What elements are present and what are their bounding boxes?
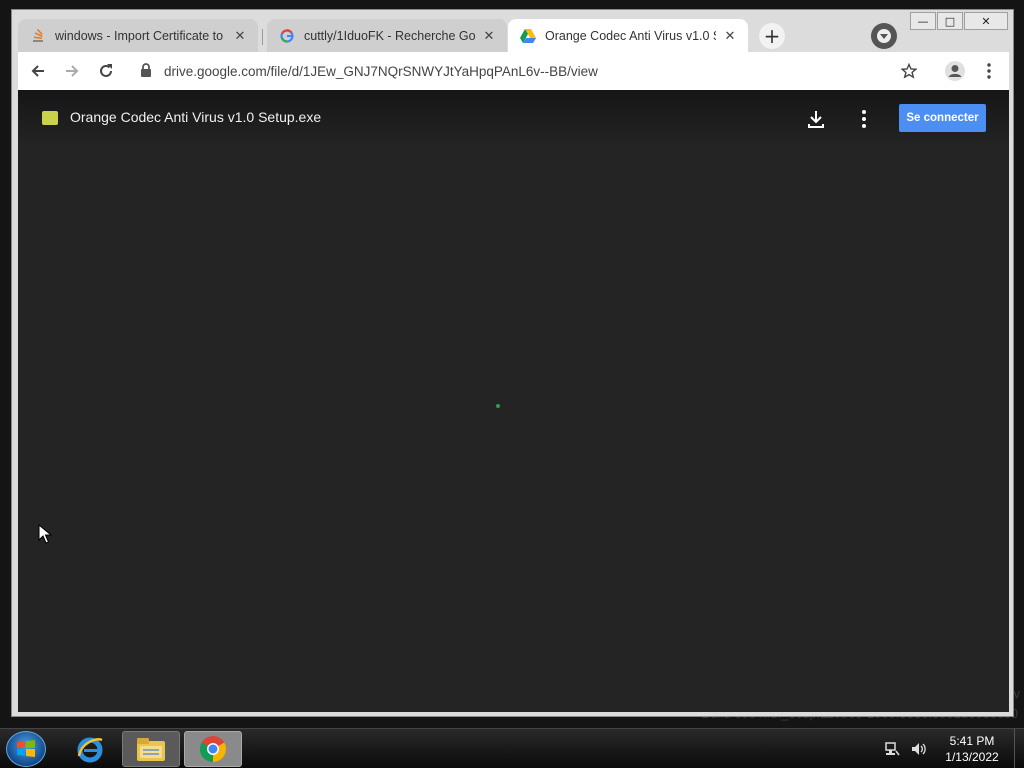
google-icon xyxy=(279,28,295,44)
stack-overflow-icon xyxy=(30,28,46,44)
chrome-icon xyxy=(199,736,227,763)
tab-import-certificate[interactable]: windows - Import Certificate to T ✕ xyxy=(18,19,258,52)
system-clock[interactable]: 5:41 PM 1/13/2022 xyxy=(936,733,1008,765)
download-icon xyxy=(808,111,824,128)
tab-search-icon[interactable] xyxy=(871,23,897,49)
volume-icon[interactable] xyxy=(910,741,926,757)
bookmark-star-icon[interactable] xyxy=(900,62,918,82)
reload-button[interactable] xyxy=(92,57,120,85)
system-tray: 5:41 PM 1/13/2022 xyxy=(884,729,1024,768)
sign-in-button[interactable]: Se connecter xyxy=(899,104,986,132)
tab-recherche-google[interactable]: cuttly/1IduoFK - Recherche Goog ✕ xyxy=(267,19,507,52)
browser-window: — □ ✕ windows - Import Certificate to T … xyxy=(11,9,1014,717)
kebab-menu-icon xyxy=(987,63,991,79)
profile-button[interactable] xyxy=(941,57,969,85)
file-explorer-icon xyxy=(137,738,165,761)
address-url: drive.google.com/file/d/1JEw_GNJ7NQrSNWY… xyxy=(164,63,598,79)
lock-icon xyxy=(140,62,154,80)
taskbar-file-explorer[interactable] xyxy=(122,731,180,767)
tab-title: windows - Import Certificate to T xyxy=(55,28,226,43)
tab-title: Orange Codec Anti Virus v1.0 Se xyxy=(545,28,716,43)
arrow-left-icon xyxy=(31,65,44,77)
tab-separator xyxy=(262,29,263,45)
reload-icon xyxy=(100,64,112,77)
network-icon[interactable] xyxy=(884,741,900,757)
windows-logo-icon xyxy=(17,740,35,757)
file-name: Orange Codec Anti Virus v1.0 Setup.exe xyxy=(70,109,322,125)
internet-explorer-icon xyxy=(77,737,103,763)
tab-close-icon[interactable]: ✕ xyxy=(481,28,497,44)
arrow-right-icon xyxy=(66,65,79,77)
viewer-header: Orange Codec Anti Virus v1.0 Setup.exe S… xyxy=(18,90,1009,148)
taskbar-internet-explorer[interactable] xyxy=(61,731,119,767)
mouse-cursor-icon xyxy=(38,523,53,544)
tab-close-icon[interactable]: ✕ xyxy=(232,28,248,44)
loading-spinner xyxy=(496,404,500,408)
tab-close-icon[interactable]: ✕ xyxy=(722,28,738,44)
more-options-button[interactable] xyxy=(852,107,876,131)
taskbar: 5:41 PM 1/13/2022 xyxy=(0,728,1024,768)
show-desktop-button[interactable] xyxy=(1014,729,1024,768)
new-tab-button[interactable]: + xyxy=(759,23,785,49)
browser-menu-button[interactable] xyxy=(975,57,1003,85)
tab-title: cuttly/1IduoFK - Recherche Goog xyxy=(304,28,475,43)
clock-time: 5:41 PM xyxy=(949,734,995,748)
download-button[interactable] xyxy=(804,107,828,131)
desktop-watermark-fragment: v xyxy=(1013,686,1021,701)
forward-button[interactable] xyxy=(58,57,86,85)
address-bar[interactable]: drive.google.com/file/d/1JEw_GNJ7NQrSNWY… xyxy=(130,56,935,86)
tab-orange-codec[interactable]: Orange Codec Anti Virus v1.0 Se ✕ xyxy=(508,19,748,52)
google-drive-icon xyxy=(520,28,536,44)
back-button[interactable] xyxy=(24,57,52,85)
tab-strip: windows - Import Certificate to T ✕ cutt… xyxy=(18,19,1013,52)
drive-file-viewer: Orange Codec Anti Virus v1.0 Setup.exe S… xyxy=(18,90,1009,712)
taskbar-chrome[interactable] xyxy=(184,731,242,767)
account-icon xyxy=(945,61,965,81)
browser-toolbar: drive.google.com/file/d/1JEw_GNJ7NQrSNWY… xyxy=(18,52,1009,90)
start-button[interactable] xyxy=(6,731,46,767)
kebab-menu-icon xyxy=(862,110,866,128)
clock-date: 1/13/2022 xyxy=(945,750,999,764)
file-type-icon xyxy=(42,111,58,125)
